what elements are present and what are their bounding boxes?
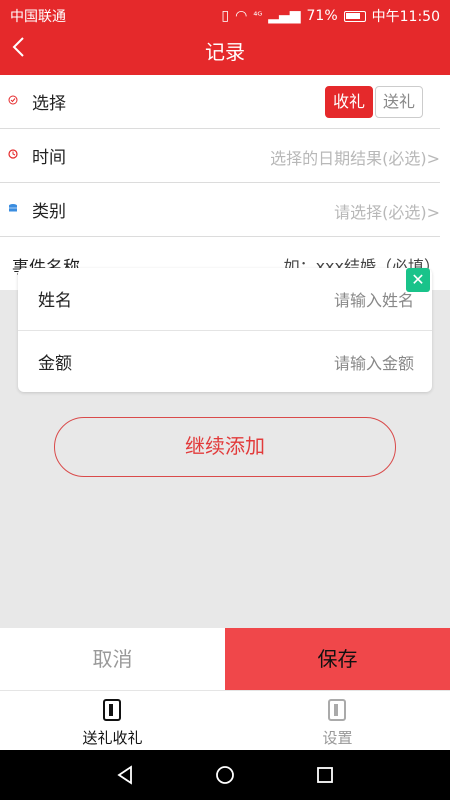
action-bar: 取消 保存 bbox=[0, 628, 450, 690]
amount-row: 金额 请输入金额 bbox=[18, 330, 432, 392]
name-row: 姓名 请输入姓名 bbox=[18, 268, 432, 330]
tab-settings-label: 设置 bbox=[322, 729, 353, 747]
battery-percent: 71% bbox=[306, 8, 338, 24]
signal-label: ⁴ᴳ bbox=[253, 10, 263, 22]
book-icon bbox=[328, 699, 346, 721]
select-row: 选择 收礼 送礼 bbox=[0, 75, 440, 129]
tab-gifts-label: 送礼收礼 bbox=[82, 729, 143, 747]
vibrate-icon: ▯ bbox=[221, 8, 230, 24]
close-icon: ✕ bbox=[411, 270, 425, 289]
database-icon bbox=[9, 204, 17, 212]
category-label: 类别 bbox=[32, 202, 66, 222]
book-icon bbox=[103, 699, 121, 721]
home-circle-icon[interactable] bbox=[215, 765, 235, 785]
check-circle-icon bbox=[8, 95, 18, 105]
system-nav-bar bbox=[0, 750, 450, 800]
tab-settings[interactable]: 设置 bbox=[225, 691, 450, 751]
wifi-icon: ◠ bbox=[235, 8, 248, 24]
carrier-name: 中国联通 bbox=[10, 9, 66, 25]
recents-square-icon[interactable] bbox=[315, 765, 335, 785]
amount-label: 金额 bbox=[38, 354, 72, 374]
record-form: 选择 收礼 送礼 时间 选择的日期结果(必选)> 类别 请选择(必选)> 事件名… bbox=[0, 75, 450, 290]
time-value: 选择的日期结果(必选)> bbox=[270, 149, 440, 168]
page-title: 记录 bbox=[205, 40, 245, 64]
cancel-button[interactable]: 取消 bbox=[0, 628, 225, 690]
category-value: 请选择(必选)> bbox=[334, 203, 440, 222]
tab-bar: 送礼收礼 设置 bbox=[0, 690, 450, 750]
status-bar: 中国联通 ▯ ◠ ⁴ᴳ ▂▄▆ 71% 中午11:50 bbox=[0, 0, 450, 30]
clock: 中午11:50 bbox=[371, 9, 440, 25]
status-icons: ▯ ◠ ⁴ᴳ ▂▄▆ 71% 中午11:50 bbox=[221, 6, 440, 26]
category-row[interactable]: 类别 请选择(必选)> bbox=[0, 183, 440, 237]
name-input[interactable]: 请输入姓名 bbox=[334, 287, 414, 311]
nav-bar: 记录 bbox=[0, 30, 450, 75]
signal-icon: ▂▄▆ bbox=[268, 8, 301, 24]
back-triangle-icon[interactable] bbox=[115, 765, 135, 785]
continue-add-button[interactable]: 继续添加 bbox=[54, 417, 396, 477]
time-label: 时间 bbox=[32, 148, 66, 168]
receive-gift-toggle[interactable]: 收礼 bbox=[325, 86, 373, 118]
tab-gifts[interactable]: 送礼收礼 bbox=[0, 691, 225, 751]
clock-icon bbox=[8, 149, 18, 159]
time-row[interactable]: 时间 选择的日期结果(必选)> bbox=[0, 129, 440, 183]
amount-input[interactable]: 请输入金额 bbox=[334, 350, 414, 374]
name-label: 姓名 bbox=[38, 291, 72, 311]
close-card-button[interactable]: ✕ bbox=[406, 268, 430, 292]
save-button[interactable]: 保存 bbox=[225, 628, 450, 690]
battery-icon bbox=[343, 10, 366, 22]
select-label: 选择 bbox=[32, 94, 66, 114]
send-gift-toggle[interactable]: 送礼 bbox=[375, 86, 423, 118]
gift-entry-card: 姓名 请输入姓名 金额 请输入金额 bbox=[18, 268, 432, 392]
